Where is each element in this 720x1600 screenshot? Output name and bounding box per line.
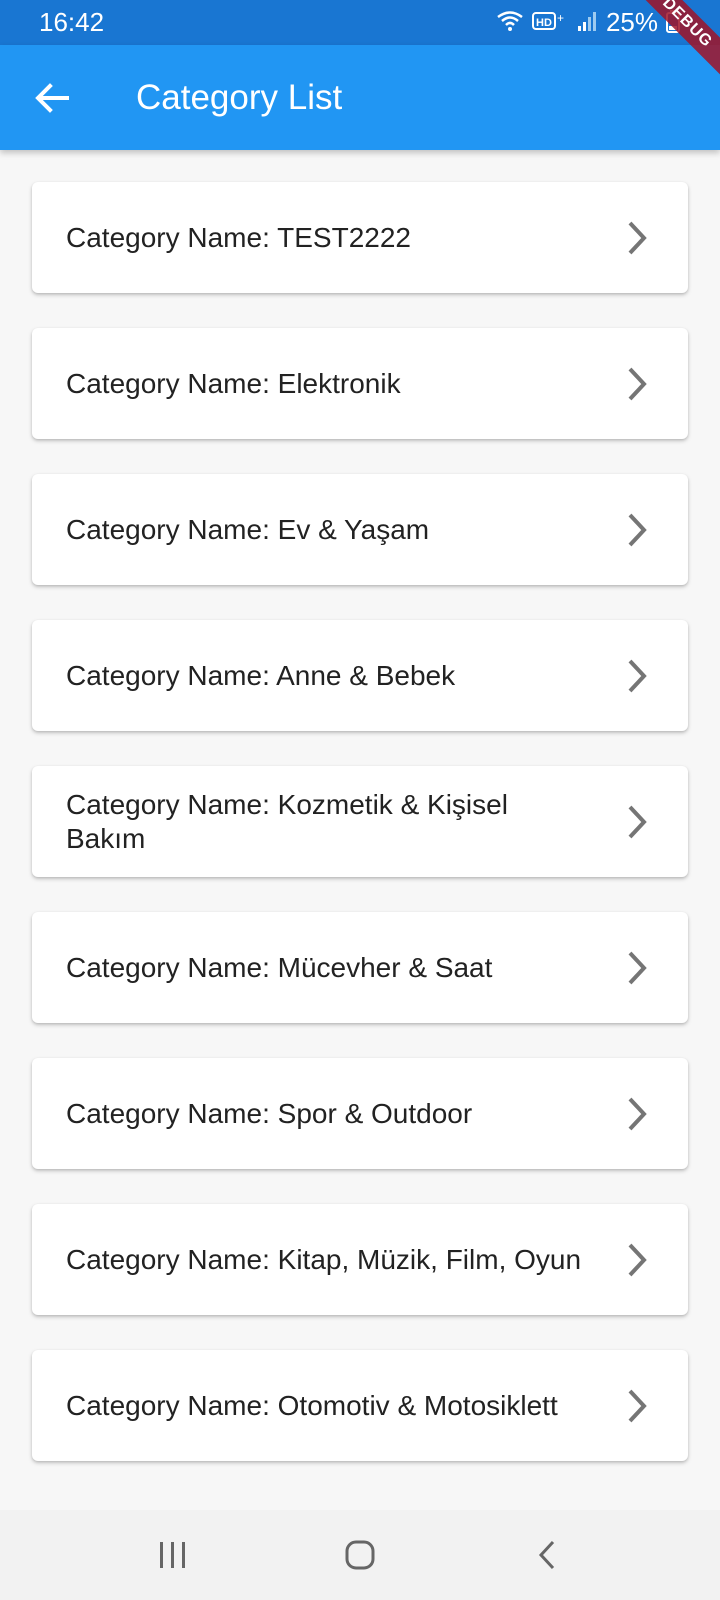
category-item-label: Category Name: Otomotiv & Motosiklett <box>66 1389 558 1421</box>
status-time: 16:42 <box>39 7 105 37</box>
recent-apps-icon <box>160 1542 186 1568</box>
category-item-label: Category Name: Ev & Yaşam <box>66 513 430 545</box>
category-item[interactable]: Category Name: Anne & Bebek <box>32 620 688 731</box>
category-item[interactable]: Category Name: Otomotiv & Motosiklett <box>32 1350 688 1461</box>
category-item-label: Category Name: Kitap, Müzik, Film, Oyun <box>66 1243 582 1275</box>
category-item[interactable]: Category Name: TEST2222 <box>32 182 688 293</box>
category-item[interactable]: Category Name: Spor & Outdoor <box>32 1058 688 1169</box>
chevron-right-icon <box>622 948 652 988</box>
signal-icon <box>576 10 598 36</box>
category-item[interactable]: Category Name: Kitap, Müzik, Film, Oyun <box>32 1204 688 1315</box>
chevron-right-icon <box>622 656 652 696</box>
svg-text:HD: HD <box>536 17 552 29</box>
home-icon <box>345 1540 375 1570</box>
status-bar: 16:42 HD + 25% <box>0 0 720 45</box>
hd-volte-icon: HD + <box>531 10 568 36</box>
category-item-label: Category Name: Spor & Outdoor <box>66 1097 473 1129</box>
chevron-right-icon <box>622 1094 652 1134</box>
chevron-right-icon <box>622 510 652 550</box>
app-bar: Category List <box>0 45 720 150</box>
category-item[interactable]: Category Name: Ev & Yaşam <box>32 474 688 585</box>
recent-apps-button[interactable] <box>133 1525 213 1585</box>
category-item-label: Category Name: TEST2222 <box>66 221 411 253</box>
wifi-icon <box>496 10 524 36</box>
svg-text:+: + <box>557 11 564 25</box>
battery-level: 25% <box>605 7 658 37</box>
category-item-label: Category Name: Kozmetik & Kişisel Bakım <box>66 788 508 854</box>
chevron-right-icon <box>622 1240 652 1280</box>
back-button[interactable] <box>0 45 104 150</box>
arrow-left-icon <box>35 82 69 113</box>
chevron-right-icon <box>622 218 652 258</box>
category-item[interactable]: Category Name: Mücevher & Saat <box>32 912 688 1023</box>
home-button[interactable] <box>320 1525 400 1585</box>
category-item-label: Category Name: Anne & Bebek <box>66 659 456 691</box>
page-title: Category List <box>136 77 343 117</box>
category-item[interactable]: Category Name: Elektronik <box>32 328 688 439</box>
category-item-label: Category Name: Elektronik <box>66 367 401 399</box>
status-icons: HD + 25% <box>496 7 680 38</box>
system-back-button[interactable] <box>507 1525 587 1585</box>
category-list: Category Name: TEST2222 Category Name: E… <box>32 182 688 1496</box>
category-item[interactable]: Category Name: Kozmetik & Kişisel Bakım <box>32 766 688 877</box>
navigation-bar <box>0 1510 720 1600</box>
category-item-label: Category Name: Mücevher & Saat <box>66 951 493 983</box>
screen: 16:42 HD + 25% DEBUG Category List Categ… <box>0 0 720 1600</box>
chevron-right-icon <box>622 1386 652 1426</box>
back-icon <box>538 1540 554 1570</box>
chevron-right-icon <box>622 364 652 404</box>
chevron-right-icon <box>622 802 652 842</box>
